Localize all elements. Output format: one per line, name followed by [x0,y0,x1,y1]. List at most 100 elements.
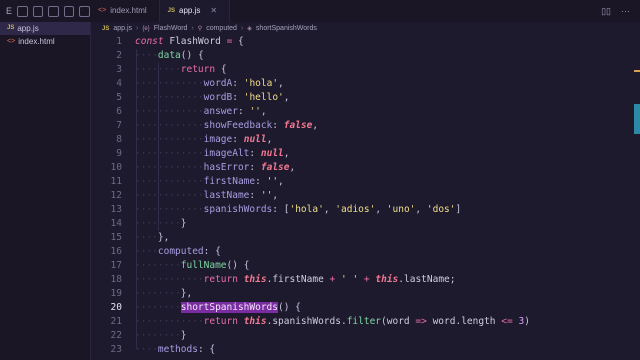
file-name: index.html [18,37,55,46]
tab-index-html[interactable]: <> index.html [90,0,160,22]
new-file-icon[interactable] [17,5,28,17]
code-line: 13 ············spanishWords: ['hola', 'ad… [90,203,635,217]
code-text: ········} [135,218,187,229]
property-icon: ⚲ [197,26,203,32]
code-text: ············wordA: 'hola', [135,78,284,89]
code-text: ············return this.spanishWords.fil… [135,316,530,327]
code-line-current: 20 ········shortSpanishWords() { [90,301,635,315]
code-line: 10 ············hasError: false, [90,161,635,175]
breadcrumb-symbol[interactable]: shortSpanishWords [256,25,317,32]
explorer-toolbar: E [0,0,90,22]
line-number: 6 [116,106,122,117]
code-text: ········shortSpanishWords() { [135,302,301,313]
line-number: 18 [110,274,122,285]
tab-label: index.html [110,6,147,15]
code-editor[interactable]: 1 const FlashWord = { 2 ····data() { 3 ····… [90,35,635,360]
code-line: 23 ····methods: { [90,343,635,357]
line-number: 15 [110,232,122,243]
tab-app-js[interactable]: JS app.js ✕ [159,0,231,22]
code-line: 3 ········return { [90,63,635,77]
js-file-icon: JS [167,8,175,14]
code-text: ········} [135,330,187,341]
tab-label: app.js [179,6,201,15]
code-line: 2 ····data() { [90,49,635,63]
breadcrumb: JS app.js › {e} FlashWord › ⚲ computed ›… [90,22,640,35]
code-text: ············answer: '', [135,106,267,117]
code-line: 8 ············image: null, [90,133,635,147]
code-text: ········return { [135,64,227,75]
code-line: 16 ····computed: { [90,245,635,259]
chevron-right-icon: › [240,25,244,32]
code-text: ········}, [135,288,193,299]
more-icon[interactable]: ··· [621,6,630,16]
code-text: ············firstName: '', [135,176,284,187]
collapse-all-icon[interactable] [63,5,75,17]
breadcrumb-symbol[interactable]: computed [206,25,237,32]
line-number: 8 [116,134,122,145]
code-line: 6 ············answer: '', [90,105,635,119]
code-text: ············hasError: false, [135,162,296,173]
explorer-sidebar: E JS app.js <> index.html [0,0,91,360]
line-number: 14 [110,218,122,229]
line-number: 23 [110,344,122,355]
line-number: 12 [110,190,122,201]
line-number: 17 [110,260,122,271]
code-text: ····methods: { [135,344,216,355]
js-file-icon: JS [7,25,15,31]
breadcrumb-symbol[interactable]: FlashWord [154,25,188,32]
more-actions-icon[interactable] [79,5,90,17]
file-item-index-html[interactable]: <> index.html [0,35,90,48]
code-text: ············lastName: '', [135,190,279,201]
code-line: 7 ············showFeedback: false, [90,119,635,133]
line-number: 19 [110,288,122,299]
line-number: 3 [116,64,122,75]
code-line: 17 ········fullName() { [90,259,635,273]
line-number: 5 [116,92,122,103]
code-line: 19 ········}, [90,287,635,301]
line-number: 16 [110,246,122,257]
line-number: 9 [116,148,122,159]
tab-actions: ▯▯ ··· [601,0,640,22]
code-line: 12 ············lastName: '', [90,189,635,203]
explorer-label: E [6,6,13,16]
html-file-icon: <> [98,7,107,14]
file-name: app.js [17,24,39,33]
code-line: 18 ············return this.firstName + ' … [90,273,635,287]
refresh-icon[interactable] [48,5,59,17]
breadcrumb-file[interactable]: app.js [113,25,132,32]
chevron-right-icon: › [191,25,194,32]
line-number: 20 [110,302,122,313]
close-icon[interactable]: ✕ [210,0,217,22]
code-text: ····data() { [135,50,204,61]
code-text: ············showFeedback: false, [135,120,319,131]
scrollbar-marker [634,70,640,72]
code-text: ············spanishWords: ['hola', 'adio… [135,204,462,215]
code-text: ····computed: { [135,246,221,257]
code-line: 9 ············imageAlt: null, [90,147,635,161]
code-line: 14 ········} [90,217,635,231]
line-number: 11 [110,176,122,187]
editor-tab-bar: <> index.html JS app.js ✕ ▯▯ ··· [90,0,640,22]
code-text: ············imageAlt: null, [135,148,290,159]
code-text: ············wordB: 'hello', [135,92,290,103]
scrollbar-thumb[interactable] [634,104,640,134]
line-number: 22 [110,330,122,341]
method-icon: ◈ [247,26,252,32]
line-number: 4 [116,78,122,89]
object-icon: {e} [142,25,150,32]
line-number: 7 [116,120,122,131]
code-line: 5 ············wordB: 'hello', [90,91,635,105]
line-number: 13 [110,204,122,215]
chevron-right-icon: › [136,25,139,32]
editor-scrollbar[interactable] [634,35,640,360]
js-file-icon: JS [102,25,110,32]
code-line: 21 ············return this.spanishWords.f… [90,315,635,329]
line-number: 21 [110,316,122,327]
line-number: 1 [116,36,122,47]
code-text: ············image: null, [135,134,273,145]
code-line: 4 ············wordA: 'hola', [90,77,635,91]
new-folder-icon[interactable] [32,5,44,17]
html-file-icon: <> [7,38,16,45]
split-editor-icon[interactable]: ▯▯ [601,6,611,17]
file-item-app-js[interactable]: JS app.js [0,22,90,35]
